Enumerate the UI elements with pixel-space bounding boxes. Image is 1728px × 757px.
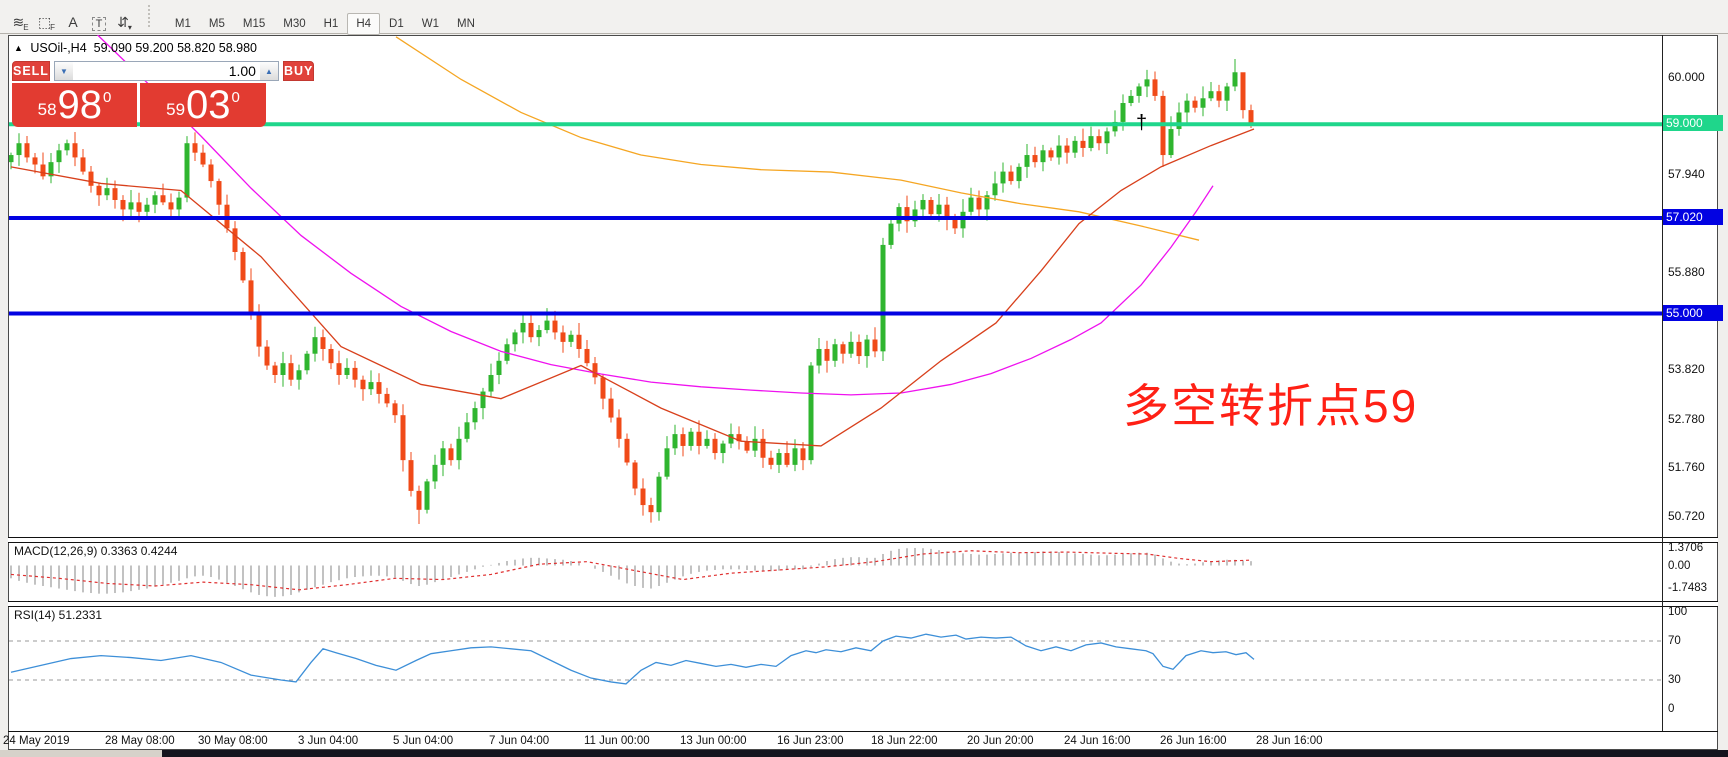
volume-input[interactable] bbox=[72, 62, 260, 80]
buy-price-big: 03 bbox=[186, 83, 231, 127]
price-tick-label: 57.940 bbox=[1668, 167, 1705, 182]
time-axis-label: 18 Jun 22:00 bbox=[871, 735, 938, 747]
buy-price-sup: 0 bbox=[231, 89, 240, 106]
symbol-marker-icon: ▲ bbox=[14, 43, 23, 53]
time-axis-label: 24 Jun 16:00 bbox=[1064, 735, 1131, 747]
timeframe-button-M30[interactable]: M30 bbox=[274, 13, 314, 35]
price-tick-label: 51.760 bbox=[1668, 459, 1705, 474]
time-axis-label: 13 Jun 00:00 bbox=[680, 735, 747, 747]
quote-close: 58.980 bbox=[218, 41, 258, 55]
price-tick-label: 52.780 bbox=[1668, 411, 1705, 426]
bottom-panel-edge bbox=[0, 750, 1728, 757]
symbol-name: USOil-,H4 bbox=[30, 41, 87, 55]
time-axis-label: 5 Jun 04:00 bbox=[393, 735, 454, 747]
indicators-icon[interactable]: ≋ E bbox=[8, 11, 34, 35]
text-label-icon-glyph: A bbox=[68, 14, 78, 30]
macd-panel-canvas[interactable] bbox=[9, 541, 1662, 601]
bottom-panel-tab bbox=[0, 750, 162, 757]
panel-separator[interactable] bbox=[8, 601, 1718, 607]
time-axis-label: 3 Jun 04:00 bbox=[298, 735, 359, 747]
time-axis-label: 7 Jun 04:00 bbox=[489, 735, 550, 747]
timeframe-button-group: M1 M5 M15 M30 H1 H4 D1 W1 MN bbox=[166, 13, 484, 35]
crosshair-mark: † bbox=[1136, 112, 1148, 134]
rsi-axis-label: 30 bbox=[1668, 674, 1681, 686]
buy-button[interactable]: BUY bbox=[282, 61, 315, 81]
volume-stepper: ▼ ▲ bbox=[53, 61, 279, 81]
price-tick-label: 50.720 bbox=[1668, 508, 1705, 523]
sell-price-big: 98 bbox=[57, 83, 103, 127]
rsi-axis-label: 100 bbox=[1668, 605, 1688, 618]
macd-axis-label: 0.00 bbox=[1668, 559, 1691, 572]
timeframe-button-M1[interactable]: M1 bbox=[166, 13, 200, 35]
time-axis-line bbox=[8, 731, 1718, 732]
grid-template-icon-sub: F bbox=[50, 23, 56, 32]
one-click-trading-panel: SELL ▼ ▲ BUY 58 98 0 59 03 0 bbox=[12, 61, 315, 127]
price-tick-label: 60.000 bbox=[1668, 70, 1705, 84]
price-axis-line bbox=[1662, 35, 1663, 731]
rsi-panel-canvas[interactable] bbox=[9, 605, 1662, 731]
sell-price-sup: 0 bbox=[103, 89, 112, 106]
sell-price-tile[interactable]: 58 98 0 bbox=[12, 83, 137, 127]
quote-low: 58.820 bbox=[177, 41, 216, 55]
timeframe-button-H4[interactable]: H4 bbox=[347, 13, 381, 35]
rsi-axis-label: 70 bbox=[1668, 635, 1681, 647]
buy-price-tile[interactable]: 59 03 0 bbox=[140, 83, 266, 127]
timeframe-button-M5[interactable]: M5 bbox=[200, 13, 234, 35]
rsi-axis-label: 0 bbox=[1668, 703, 1675, 716]
price-tag-59.000: 59.000 bbox=[1663, 115, 1723, 132]
rsi-label: RSI(14) 51.2331 bbox=[14, 608, 103, 622]
text-label-icon[interactable]: A bbox=[60, 10, 86, 34]
toolbar: ≋ E ⬚ F A T ⇵ ▾ M1 M5 M15 M30 H1 H4 D1 W1 MN bbox=[0, 0, 1728, 35]
macd-axis-label: -1.7483 bbox=[1668, 581, 1708, 594]
buy-price-small: 59 bbox=[166, 100, 186, 119]
time-axis-label: 11 Jun 00:00 bbox=[584, 735, 650, 747]
time-axis-label: 16 Jun 23:00 bbox=[777, 735, 844, 747]
timeframe-button-W1[interactable]: W1 bbox=[413, 13, 448, 35]
timeframe-button-D1[interactable]: D1 bbox=[380, 13, 413, 35]
grid-template-icon[interactable]: ⬚ F bbox=[34, 11, 60, 35]
price-tick-label: 55.880 bbox=[1668, 264, 1705, 279]
toolbar-icon-group: ≋ E ⬚ F A T ⇵ ▾ bbox=[8, 14, 138, 32]
text-box-icon-glyph: T bbox=[91, 17, 107, 31]
timeframe-button-MN[interactable]: MN bbox=[448, 13, 484, 35]
arrange-arrows-icon-sub: ▾ bbox=[127, 23, 132, 32]
sell-price-small: 58 bbox=[37, 100, 57, 119]
time-axis-label: 28 Jun 16:00 bbox=[1256, 735, 1323, 747]
grid-template-icon-glyph: ⬚ bbox=[37, 14, 52, 30]
panel-separator[interactable] bbox=[8, 537, 1718, 543]
chart-annotation-text: 多空转折点59 bbox=[1123, 380, 1419, 432]
time-axis-label: 24 May 2019 bbox=[3, 735, 70, 747]
volume-decrease-button[interactable]: ▼ bbox=[54, 62, 73, 80]
price-tag-57.020: 57.020 bbox=[1663, 208, 1723, 225]
arrange-arrows-icon[interactable]: ⇵ ▾ bbox=[112, 11, 138, 35]
time-axis-label: 26 Jun 16:00 bbox=[1160, 735, 1227, 747]
symbol-info-line: ▲ USOil-,H4 59.090 59.200 58.820 58.980 bbox=[14, 41, 257, 55]
quote-open: 59.090 bbox=[93, 41, 132, 55]
time-axis-label: 20 Jun 20:00 bbox=[967, 735, 1034, 747]
toolbar-separator bbox=[148, 5, 155, 27]
indicators-icon-sub: E bbox=[23, 23, 29, 32]
price-tag-55.000: 55.000 bbox=[1663, 304, 1723, 321]
quote-high: 59.200 bbox=[135, 41, 174, 55]
time-axis-label: 28 May 08:00 bbox=[105, 735, 175, 747]
time-axis-label: 30 May 08:00 bbox=[198, 735, 268, 747]
text-box-icon[interactable]: T bbox=[86, 12, 112, 36]
timeframe-button-M15[interactable]: M15 bbox=[234, 13, 274, 35]
macd-axis-label: 1.3706 bbox=[1668, 541, 1704, 554]
timeframe-button-H1[interactable]: H1 bbox=[315, 13, 348, 35]
sell-button[interactable]: SELL bbox=[12, 61, 50, 81]
macd-label: MACD(12,26,9) 0.3363 0.4244 bbox=[14, 544, 178, 558]
price-tick-label: 53.820 bbox=[1668, 362, 1705, 377]
volume-increase-button[interactable]: ▲ bbox=[259, 62, 278, 80]
